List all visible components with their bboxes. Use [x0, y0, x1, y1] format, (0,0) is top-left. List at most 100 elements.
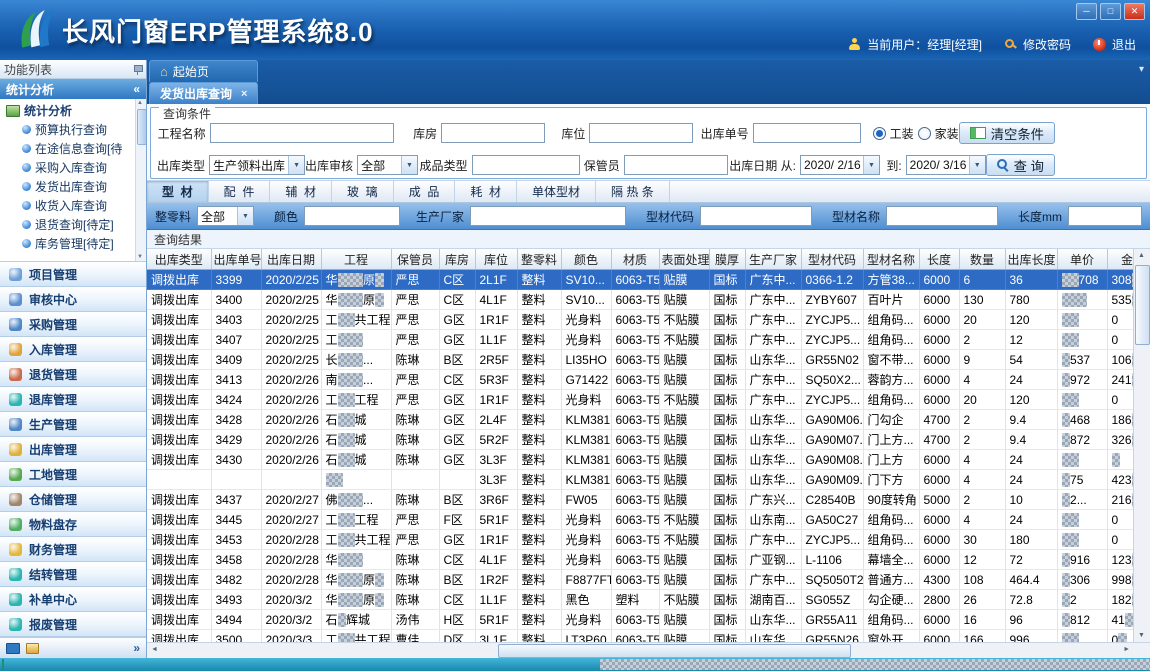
grid-header-cell[interactable]: 库房 — [439, 249, 475, 270]
horizontal-scrollbar[interactable] — [147, 642, 1150, 658]
manufacturer-input[interactable] — [470, 206, 626, 226]
profile-code-input[interactable] — [700, 206, 812, 226]
grid-row[interactable]: 调拨出库34942020/3/2石█辉城汤伟H区5R1F整料光身料6063-T5… — [147, 610, 1134, 630]
tab-close-icon[interactable]: × — [241, 88, 247, 100]
tab-active[interactable]: 发货出库查询× — [149, 82, 258, 104]
minimize-button[interactable]: ─ — [1076, 3, 1097, 20]
warehouse-input[interactable] — [441, 123, 545, 143]
sidebar-module-item[interactable]: 项目管理 — [0, 262, 146, 287]
grid-row[interactable]: 调拨出库34242020/2/26工██工程严思G区1R1F整料光身料6063-… — [147, 390, 1134, 410]
tree-scrollbar-thumb[interactable] — [137, 109, 146, 145]
grid-header-cell[interactable]: 数量 — [959, 249, 1005, 270]
tab-home[interactable]: ⌂起始页 — [149, 60, 258, 82]
grid-row[interactable]: 调拨出库34132020/2/26南███...严思C区5R3F整料G71422… — [147, 370, 1134, 390]
grid-header-cell[interactable]: 型材名称 — [863, 249, 919, 270]
grid-row[interactable]: 调拨出库33992020/2/25华███原█严思C区2L1F整料SV10...… — [147, 270, 1134, 290]
date-to-picker[interactable]: 2020/ 3/16 — [906, 155, 986, 175]
change-password-link[interactable]: 修改密码 — [1023, 36, 1071, 53]
search-button[interactable]: 查 询 — [986, 154, 1055, 176]
sidebar-module-item[interactable]: 退货管理 — [0, 362, 146, 387]
grid-row[interactable]: 调拨出库34532020/2/28工██共工程严思G区1R1F整料光身料6063… — [147, 530, 1134, 550]
grid-row[interactable]: 调拨出库34452020/2/27工██工程严思F区5R1F整料光身料6063-… — [147, 510, 1134, 530]
grid-header-cell[interactable]: 出库长度 — [1005, 249, 1057, 270]
grid-row[interactable]: 调拨出库34032020/2/25工██共工程严思G区1R1F整料光身料6063… — [147, 310, 1134, 330]
grid-row[interactable]: 调拨出库34302020/2/26石██城陈琳G区3L3F整料KLM381760… — [147, 450, 1134, 470]
vertical-scrollbar-thumb[interactable] — [1135, 265, 1150, 345]
grid-header-cell[interactable]: 材质 — [611, 249, 659, 270]
grid-header-cell[interactable]: 生产厂家 — [745, 249, 801, 270]
grid-header-cell[interactable]: 工程 — [321, 249, 391, 270]
sidebar-module-item[interactable]: 退库管理 — [0, 387, 146, 412]
grid-row[interactable]: 调拨出库34282020/2/26石██城陈琳G区2L4F整料KLM381760… — [147, 410, 1134, 430]
vertical-scrollbar[interactable] — [1133, 249, 1150, 642]
sidebar-module-item[interactable]: 出库管理 — [0, 437, 146, 462]
grid-header-cell[interactable]: 型材代码 — [801, 249, 863, 270]
grid-row[interactable]: 调拨出库34822020/2/28华███原█陈琳B区1R2F整料F8877FT… — [147, 570, 1134, 590]
tree-root-statistics[interactable]: 统计分析 — [0, 101, 146, 120]
material-tab[interactable]: 隔 热 条 — [596, 181, 670, 202]
sidebar-module-item[interactable]: 工地管理 — [0, 462, 146, 487]
chevron-down-icon[interactable] — [288, 156, 304, 174]
sidebar-module-item[interactable]: 补单中心 — [0, 587, 146, 612]
sidebar-module-item[interactable]: 物料盘存 — [0, 512, 146, 537]
chevron-down-icon[interactable] — [863, 156, 879, 174]
out-audit-combobox[interactable]: 全部 — [357, 155, 418, 175]
color-input[interactable] — [304, 206, 400, 226]
material-tab[interactable]: 辅 材 — [270, 181, 332, 202]
sidebar-module-item[interactable]: 采购管理 — [0, 312, 146, 337]
grid-header-cell[interactable]: 单价 — [1057, 249, 1107, 270]
length-input[interactable] — [1068, 206, 1142, 226]
grid-header-cell[interactable]: 膜厚 — [709, 249, 745, 270]
grid-row[interactable]: 调拨出库34372020/2/27佛███...陈琳B区3R6F整料FW0560… — [147, 490, 1134, 510]
project-name-input[interactable] — [210, 123, 394, 143]
logout-link[interactable]: 退出 — [1112, 36, 1136, 53]
sidebar-module-item[interactable]: 报废管理 — [0, 612, 146, 637]
grid-row[interactable]: 调拨出库34932020/3/2华███原█陈琳C区1L1F整料黑色塑料不贴膜国… — [147, 590, 1134, 610]
horizontal-scrollbar-thumb[interactable] — [498, 644, 851, 658]
tree-scrollbar[interactable] — [135, 99, 146, 261]
sidebar-module-item[interactable]: 财务管理 — [0, 537, 146, 562]
collapse-icon[interactable]: « — [133, 82, 140, 96]
grid-header-cell[interactable]: 整零料 — [517, 249, 561, 270]
sidebar-module-item[interactable]: 审核中心 — [0, 287, 146, 312]
clear-conditions-button[interactable]: 清空条件 — [959, 122, 1055, 144]
grid-row[interactable]: 调拨出库34582020/2/28华███陈琳C区4L1F整料光身料6063-T… — [147, 550, 1134, 570]
grid-header-cell[interactable]: 金 — [1107, 249, 1134, 270]
sidebar-module-item[interactable]: 仓储管理 — [0, 487, 146, 512]
chevron-down-icon[interactable] — [969, 156, 985, 174]
product-type-input[interactable] — [472, 155, 580, 175]
tree-item[interactable]: 在途信息查询[待 — [0, 139, 146, 158]
grid-header-cell[interactable]: 出库单号▲ — [211, 249, 261, 270]
chevron-down-icon[interactable] — [401, 156, 417, 174]
close-button[interactable]: ✕ — [1124, 3, 1145, 20]
grid-row[interactable]: 调拨出库34092020/2/25长███...陈琳B区2R5F整料LI35HO… — [147, 350, 1134, 370]
monitor-icon[interactable] — [6, 643, 20, 654]
tree-item[interactable]: 采购入库查询 — [0, 158, 146, 177]
radio-option[interactable] — [918, 127, 931, 140]
sidebar-module-item[interactable]: 入库管理 — [0, 337, 146, 362]
keeper-input[interactable] — [624, 155, 728, 175]
grid-row[interactable]: 调拨出库34002020/2/25华███原█严思C区4L1F整料SV10...… — [147, 290, 1134, 310]
material-tab[interactable]: 单体型材 — [517, 181, 596, 202]
pin-icon[interactable] — [133, 65, 142, 74]
tree-item[interactable]: 库务管理[待定] — [0, 234, 146, 253]
grid-row[interactable]: 调拨出库34292020/2/26石██城陈琳G区5R2F整料KLM381760… — [147, 430, 1134, 450]
out-type-combobox[interactable]: 生产领料出库 — [209, 155, 305, 175]
whole-scrap-combobox[interactable]: 全部 — [197, 206, 254, 226]
material-tab[interactable]: 耗 材 — [455, 181, 517, 202]
material-tab[interactable]: 型 材 — [147, 181, 209, 202]
folder-small-icon[interactable] — [26, 643, 39, 654]
date-from-picker[interactable]: 2020/ 2/16 — [800, 155, 880, 175]
grid-header-cell[interactable]: 出库日期 — [261, 249, 321, 270]
tree-item[interactable]: 收货入库查询 — [0, 196, 146, 215]
grid-row[interactable]: ██3L3F整料KLM38176063-T5贴膜国标山东华...GA90M09.… — [147, 470, 1134, 490]
material-tab[interactable]: 玻 璃 — [332, 181, 394, 202]
chevron-down-icon[interactable] — [237, 207, 253, 225]
grid-header-cell[interactable]: 保管员 — [391, 249, 439, 270]
sidebar-group-statistics[interactable]: 统计分析 « — [0, 79, 146, 99]
grid-header-cell[interactable]: 出库类型 — [147, 249, 211, 270]
expand-icon[interactable]: » — [133, 641, 140, 655]
maximize-button[interactable]: □ — [1100, 3, 1121, 20]
grid-row[interactable]: 调拨出库35002020/3/3工██共工程曹佳D区3L1F整料LT3P6060… — [147, 630, 1134, 643]
order-no-input[interactable] — [753, 123, 861, 143]
